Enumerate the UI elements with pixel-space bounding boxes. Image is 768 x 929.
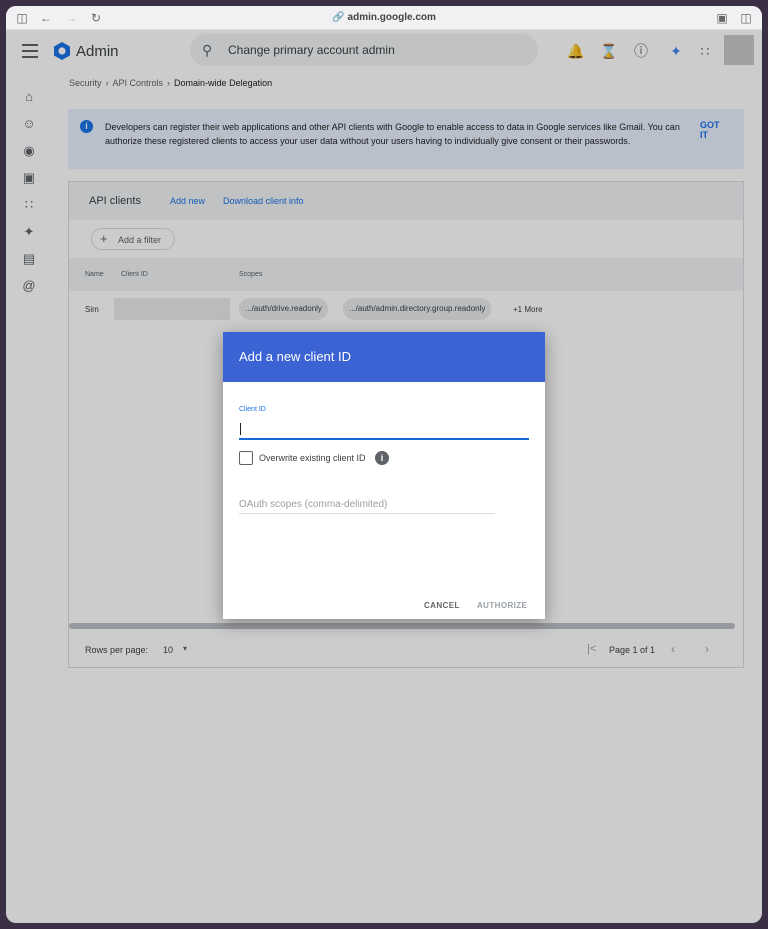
link-icon: 🔗	[332, 12, 345, 23]
client-id-input[interactable]	[239, 422, 529, 440]
url-bar[interactable]: 🔗 admin.google.com	[6, 12, 762, 23]
dialog-header: Add a new client ID	[223, 332, 545, 382]
cancel-button[interactable]: CANCEL	[424, 601, 460, 610]
text-cursor	[240, 423, 241, 435]
overwrite-checkbox[interactable]	[239, 451, 253, 465]
info-icon[interactable]: i	[375, 451, 389, 465]
browser-toolbar: ◫ ← → ↻ 🔗 admin.google.com ▣ ◫	[6, 6, 762, 30]
share-icon[interactable]: ▣	[715, 11, 729, 25]
authorize-button[interactable]: AUTHORIZE	[477, 601, 527, 610]
overwrite-label[interactable]: Overwrite existing client ID	[259, 453, 366, 463]
browser-window: ◫ ← → ↻ 🔗 admin.google.com ▣ ◫ Admin ⚲ Ch…	[6, 6, 762, 923]
client-id-label: Client ID	[239, 406, 266, 413]
url-text: admin.google.com	[347, 12, 436, 23]
dialog-title: Add a new client ID	[239, 349, 352, 364]
add-client-dialog: Add a new client ID Client ID Overwrite …	[223, 332, 545, 619]
oauth-scopes-input[interactable]	[239, 496, 495, 514]
split-view-icon[interactable]: ◫	[739, 11, 753, 25]
